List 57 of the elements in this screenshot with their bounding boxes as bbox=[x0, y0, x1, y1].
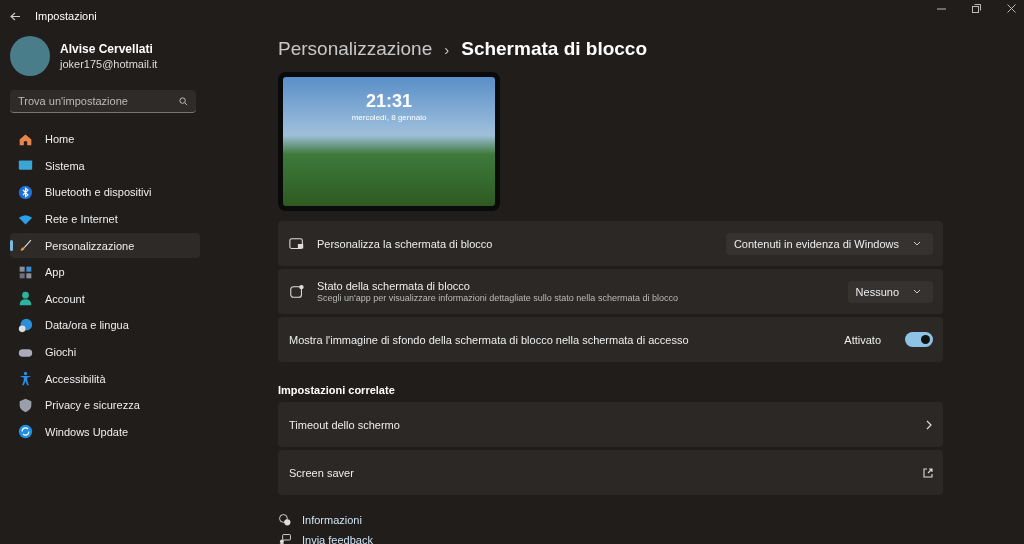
sidebar-item[interactable]: Account bbox=[10, 286, 200, 312]
user-name: Alvise Cervellati bbox=[60, 42, 154, 56]
search-field[interactable]: Trova un'impostazione bbox=[10, 90, 196, 113]
footer-link[interactable]: Informazioni bbox=[302, 514, 362, 526]
breadcrumb-separator: › bbox=[444, 40, 450, 58]
shield-icon bbox=[18, 397, 33, 413]
sidebar-item[interactable]: Data/ora e lingua bbox=[10, 313, 200, 338]
window-title: Impostazioni bbox=[35, 10, 97, 22]
preview-time: 21:31 bbox=[365, 91, 412, 112]
chevron-down-icon bbox=[913, 289, 921, 294]
bluetooth-icon bbox=[18, 185, 33, 200]
sidebar-item[interactable]: Bluetooth e dispositivi bbox=[10, 180, 200, 205]
dropdown[interactable]: Nessuno bbox=[847, 280, 933, 303]
setting-title: Stato della schermata di blocco bbox=[317, 280, 471, 292]
sidebar-item[interactable]: Home bbox=[10, 127, 200, 152]
back-button[interactable] bbox=[10, 11, 21, 21]
external-link-icon bbox=[923, 467, 933, 478]
user-email: joker175@hotmail.it bbox=[60, 58, 158, 70]
setting-description: Scegli un'app per visualizzare informazioni dettagliate sullo stato nella schermata di blocco bbox=[317, 293, 679, 303]
sidebar-item[interactable]: App bbox=[10, 259, 200, 285]
footer-link[interactable]: Invia feedback bbox=[302, 534, 373, 544]
settings-link-card[interactable]: Screen saver bbox=[278, 450, 943, 495]
section-heading: Impostazioni correlate bbox=[278, 384, 396, 396]
apps-icon bbox=[18, 264, 33, 280]
settings-link-card[interactable]: Timeout dello schermo bbox=[278, 402, 943, 447]
breadcrumb-link[interactable]: Personalizzazione bbox=[278, 38, 433, 60]
setting-title: Mostra l'immagine di sfondo della schermata di blocco nella schermata di accesso bbox=[289, 333, 690, 346]
preview-date: mercoledì, 8 gennaio bbox=[351, 113, 427, 122]
globe-clock-icon bbox=[18, 317, 33, 333]
chevron-right-icon bbox=[925, 419, 933, 430]
search-icon bbox=[179, 97, 188, 106]
page-title: Schermata di blocco bbox=[461, 38, 648, 60]
sidebar-item[interactable]: Sistema bbox=[10, 153, 200, 179]
toggle-switch[interactable] bbox=[905, 332, 933, 347]
sidebar-item[interactable]: Accessibilità bbox=[10, 366, 200, 391]
person-icon bbox=[18, 291, 33, 307]
help-icon bbox=[278, 513, 292, 527]
sidebar-item[interactable]: Privacy e sicurezza bbox=[10, 392, 200, 418]
setting-title: Personalizza la schermata di blocco bbox=[317, 237, 494, 250]
setting-title: Screen saver bbox=[289, 466, 355, 479]
maximize-button[interactable] bbox=[972, 4, 981, 13]
brush-icon bbox=[18, 238, 33, 254]
toggle-state-label: Attivato bbox=[844, 333, 881, 346]
accessibility-icon bbox=[18, 371, 33, 387]
sidebar-item[interactable]: Personalizzazione bbox=[10, 233, 200, 258]
avatar bbox=[10, 36, 50, 76]
close-button[interactable] bbox=[1007, 4, 1016, 13]
sidebar-item[interactable]: Windows Update bbox=[10, 419, 200, 445]
lock-screen-icon bbox=[289, 235, 305, 252]
feedback-icon bbox=[278, 533, 292, 544]
dropdown[interactable]: Contenuti in evidenza di Windows bbox=[725, 232, 933, 255]
setting-title: Timeout dello schermo bbox=[289, 418, 401, 431]
sidebar-item[interactable]: Giochi bbox=[10, 339, 200, 365]
status-icon bbox=[289, 283, 305, 300]
update-icon bbox=[18, 424, 33, 440]
sidebar-item[interactable]: Rete e Internet bbox=[10, 206, 200, 232]
chevron-down-icon bbox=[913, 241, 921, 246]
